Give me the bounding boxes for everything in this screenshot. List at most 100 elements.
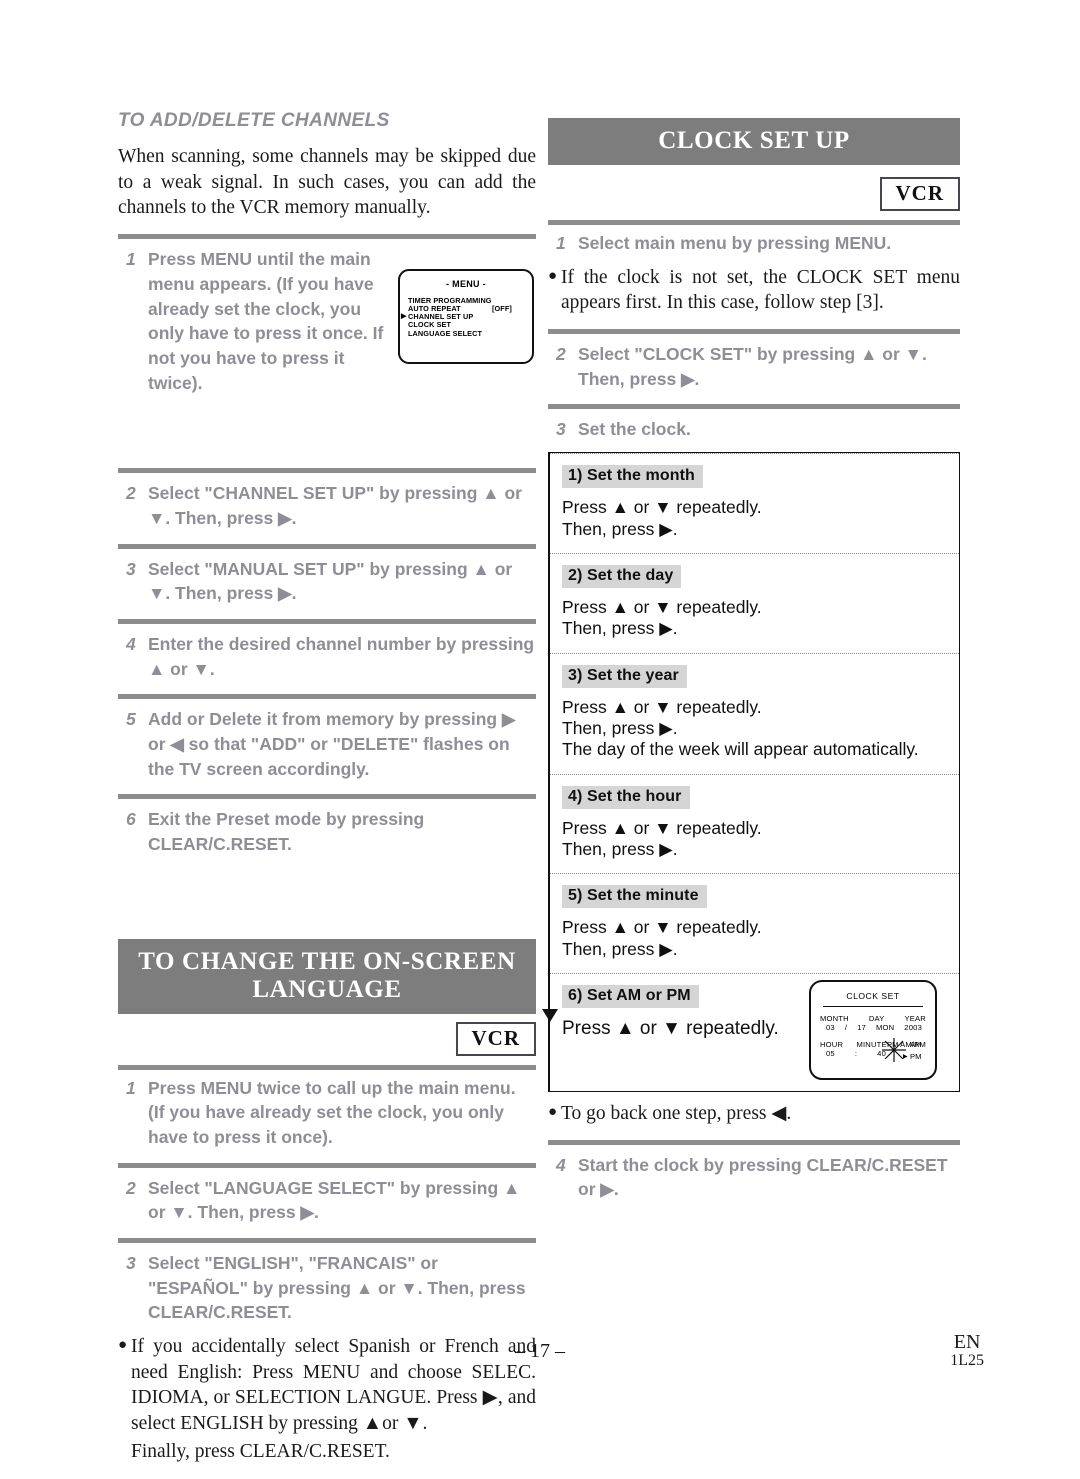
osd-label-day: DAY <box>868 1014 885 1024</box>
vcr-badge-row: VCR <box>548 177 960 211</box>
osd-menu-item-label: LANGUAGE SELECT <box>408 328 483 338</box>
clock-substep-label: 4) Set the hour <box>562 785 690 809</box>
step-number: 2 <box>126 1177 136 1198</box>
page-number: – 17 – <box>515 1340 565 1362</box>
osd-menu-list: TIMER PROGRAMMING AUTO REPEAT [OFF] CHAN… <box>400 296 532 338</box>
manual-page: TO ADD/DELETE CHANNELS When scanning, so… <box>0 0 1080 1479</box>
divider <box>118 794 536 800</box>
osd-value-weekday: MON <box>875 1023 895 1033</box>
osd-clock-date-block: MONTH DAY YEAR 03 / 17 MON 2003 <box>811 1014 935 1032</box>
osd-clock-set-mock: CLOCK SET MONTH DAY YEAR 03 / 17 MON 200… <box>809 979 937 1080</box>
osd-value-month: 03 <box>826 1023 835 1033</box>
divider <box>548 1139 960 1145</box>
step-text: Add or Delete it from memory by pressing… <box>148 709 516 779</box>
step-number: 2 <box>126 483 136 504</box>
clock-substep-label: 3) Set the year <box>562 664 687 688</box>
language-note-final: Finally, press CLEAR/C.RESET. <box>118 1439 536 1465</box>
step-number: 1 <box>556 233 566 253</box>
clock-note-1-text: If the clock is not set, the CLOCK SET m… <box>561 266 960 314</box>
clock-substep: 6) Set AM or PM Press ▲ or ▼ repeatedly.… <box>550 972 959 1091</box>
divider <box>118 618 536 624</box>
document-code: 1L25 <box>950 1352 984 1369</box>
section-title-add-delete-channels: TO ADD/DELETE CHANNELS <box>118 110 390 131</box>
clock-substep-lines: Press ▲ or ▼ repeatedly. Then, press ▶. <box>562 917 947 960</box>
step-text: Exit the Preset mode by pressing CLEAR/C… <box>148 809 425 854</box>
step-item: 4 Enter the desired channel number by pr… <box>118 632 536 681</box>
clock-substep-line: Then, press ▶. <box>562 838 678 859</box>
step-text: Enter the desired channel number by pres… <box>148 633 535 679</box>
step-text: Set the clock. <box>578 419 691 440</box>
divider <box>118 543 536 549</box>
bullet-icon: ● <box>548 1103 558 1120</box>
step-item: 6 Exit the Preset mode by pressing CLEAR… <box>118 807 536 856</box>
osd-date-separator: / <box>844 1023 848 1033</box>
step-item: 1 Press MENU until the main menu appears… <box>118 247 536 395</box>
clock-substep: 5) Set the minute Press ▲ or ▼ repeatedl… <box>550 873 959 973</box>
divider <box>118 1162 536 1168</box>
divider <box>118 1237 536 1243</box>
osd-menu-item-value: [OFF] <box>492 304 512 314</box>
step-number: 3 <box>126 1252 136 1273</box>
step-item: 3 Select "MANUAL SET UP" by pressing ▲ o… <box>118 557 536 606</box>
clock-substep-line: The day of the week will appear automati… <box>562 739 919 760</box>
clock-substep-line: Press ▲ or ▼ repeatedly. <box>562 596 762 617</box>
footer-codes: EN 1L25 <box>950 1332 984 1370</box>
clock-substep-line: Press ▲ or ▼ repeatedly. <box>562 497 762 518</box>
clock-substep-lines: Press ▲ or ▼ repeatedly. Then, press ▶. <box>562 597 947 640</box>
osd-menu-title: - MENU - <box>446 279 486 290</box>
osd-ampm-toggle-illustration: PM AM ▶ PM <box>877 1037 931 1069</box>
clock-substep: 4) Set the hour Press ▲ or ▼ repeatedly.… <box>550 773 959 874</box>
clock-note-1: ● If the clock is not set, the CLOCK SET… <box>548 265 960 316</box>
vcr-badge-row: VCR <box>118 1021 536 1056</box>
osd-label-hour: HOUR <box>820 1040 844 1050</box>
divider <box>118 234 536 240</box>
step-number: 5 <box>126 709 136 730</box>
left-column: TO ADD/DELETE CHANNELS When scanning, so… <box>118 110 536 1465</box>
osd-clock-title: CLOCK SET <box>846 990 900 1001</box>
right-column: CLOCK SET UP VCR 1 Select main menu by p… <box>541 118 960 1202</box>
banner-line-2: LANGUAGE <box>252 975 402 1003</box>
clock-substep-label: 5) Set the minute <box>562 885 707 909</box>
osd-value-year: 2003 <box>904 1023 922 1033</box>
clock-note-2: ● To go back one step, press ◀. <box>548 1101 960 1127</box>
divider <box>118 1064 536 1070</box>
step-number: 4 <box>126 633 136 654</box>
osd-time-separator: : <box>854 1049 858 1059</box>
divider <box>118 694 536 700</box>
step-text: Select "ENGLISH", "FRANCAIS" or "ESPAÑOL… <box>148 1252 526 1323</box>
divider <box>548 220 960 225</box>
step-number: 1 <box>126 1077 136 1098</box>
step-item: 2 Select "LANGUAGE SELECT" by pressing ▲… <box>118 1176 536 1225</box>
step-number: 2 <box>556 344 566 365</box>
clock-substep-lines: Press ▲ or ▼ repeatedly. Then, press ▶. … <box>562 697 947 761</box>
banner-clock-set-up: CLOCK SET UP <box>548 118 960 165</box>
osd-label-month: MONTH <box>820 1014 849 1024</box>
vcr-badge: VCR <box>879 177 960 211</box>
osd-ampm-pm-right: PM <box>910 1051 922 1061</box>
step-item: 2 Select "CLOCK SET" by pressing ▲ or ▼.… <box>548 342 960 391</box>
step-number: 4 <box>556 1154 566 1175</box>
banner-change-onscreen-language: TO CHANGE THE ON-SCREEN LANGUAGE <box>118 938 536 1014</box>
osd-clock-date-values: 03 / 17 MON 2003 <box>820 1023 926 1032</box>
step-item: 3 Set the clock. <box>548 417 960 442</box>
bullet-icon: ● <box>548 267 558 284</box>
step-text: Press MENU twice to call up the main men… <box>148 1077 516 1147</box>
clock-set-substeps-box: 1) Set the month Press ▲ or ▼ repeatedly… <box>541 452 960 1092</box>
osd-label-year: YEAR <box>904 1014 926 1024</box>
osd-menu-item: LANGUAGE SELECT <box>408 328 528 338</box>
clock-substep-label: 6) Set AM or PM <box>562 984 699 1008</box>
clock-substep: 3) Set the year Press ▲ or ▼ repeatedly.… <box>550 652 959 774</box>
language-note-final-text: Finally, press CLEAR/C.RESET. <box>131 1440 390 1462</box>
clock-substep-line: Then, press ▶. <box>562 618 678 639</box>
bullet-spacer <box>118 1439 131 1465</box>
clock-substep-lines: Press ▲ or ▼ repeatedly. Then, press ▶. <box>562 818 947 861</box>
clock-substep-lines: Press ▲ or ▼ repeatedly. Then, press ▶. <box>562 497 947 540</box>
divider <box>548 404 960 410</box>
step-number: 3 <box>556 419 566 440</box>
step-text: Select "CHANNEL SET UP" by pressing ▲ or… <box>148 483 522 528</box>
osd-ampm-pm-left: PM <box>887 1039 899 1049</box>
clock-substep: 1) Set the month Press ▲ or ▼ repeatedly… <box>550 453 959 553</box>
step-text: Select "MANUAL SET UP" by pressing ▲ or … <box>148 558 513 604</box>
step-text: Select "LANGUAGE SELECT" by pressing ▲ o… <box>148 1177 521 1223</box>
step-item: 5 Add or Delete it from memory by pressi… <box>118 707 536 781</box>
